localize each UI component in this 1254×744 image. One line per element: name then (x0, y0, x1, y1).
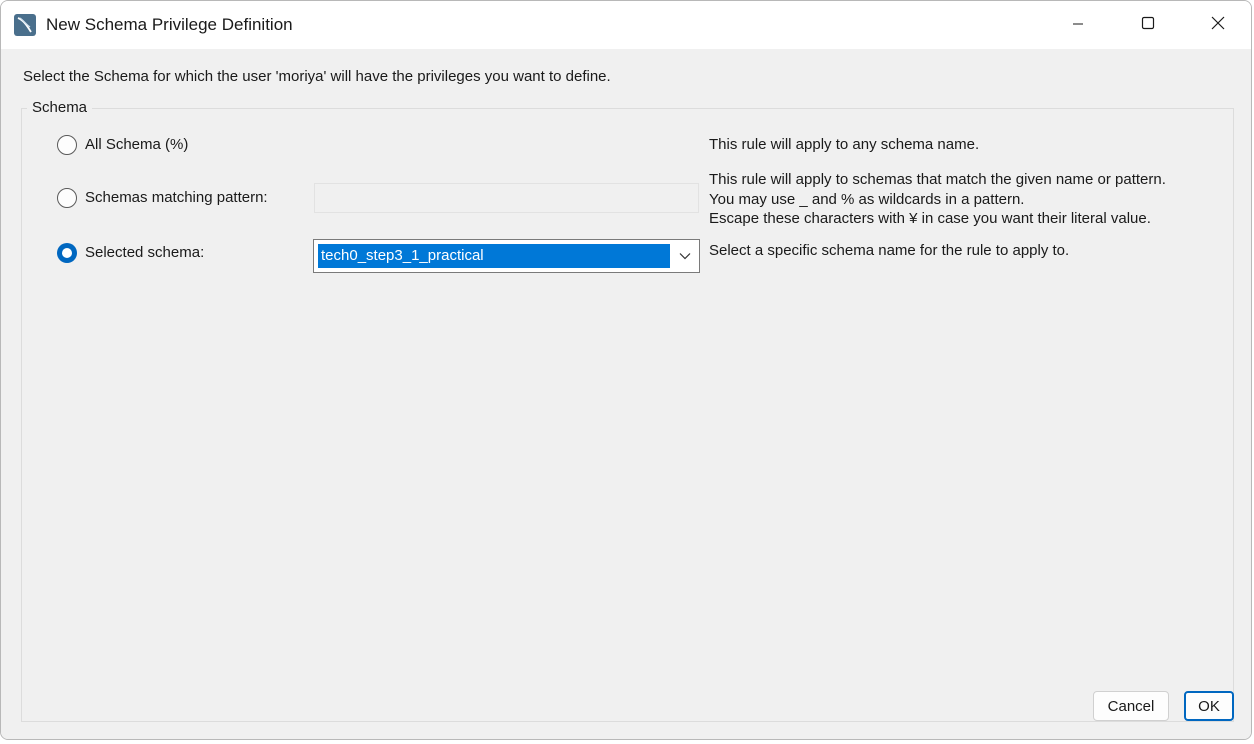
maximize-button[interactable] (1113, 1, 1183, 49)
title-bar[interactable]: New Schema Privilege Definition (1, 1, 1251, 49)
schema-dropdown[interactable]: tech0_step3_1_practical (313, 239, 700, 273)
pattern-label[interactable]: Schemas matching pattern: (85, 189, 268, 206)
pattern-radio[interactable] (57, 188, 77, 208)
all-schema-radio[interactable] (57, 135, 77, 155)
schema-group-label: Schema (27, 99, 93, 116)
schema-dropdown-value: tech0_step3_1_practical (318, 244, 670, 268)
window-title: New Schema Privilege Definition (46, 15, 293, 34)
chevron-down-icon[interactable] (675, 246, 695, 266)
pattern-description-line-2: You may use _ and % as wildcards in a pa… (709, 190, 1025, 208)
all-schema-label[interactable]: All Schema (%) (85, 136, 188, 153)
dialog-window: New Schema Privilege Definition Select t… (0, 0, 1252, 740)
pattern-input[interactable] (314, 183, 699, 213)
ok-button[interactable]: OK (1184, 691, 1234, 721)
close-icon (1211, 16, 1225, 34)
minimize-icon (1072, 17, 1084, 34)
selected-schema-radio[interactable] (57, 243, 77, 263)
selected-schema-description: Select a specific schema name for the ru… (709, 242, 1070, 259)
maximize-icon (1141, 16, 1155, 34)
selected-schema-label[interactable]: Selected schema: (85, 244, 204, 261)
all-schema-description: This rule will apply to any schema name. (709, 136, 980, 153)
close-button[interactable] (1183, 1, 1251, 49)
dialog-content: Select the Schema for which the user 'mo… (1, 49, 1251, 739)
minimize-button[interactable] (1043, 1, 1113, 49)
mysql-workbench-icon (13, 13, 37, 37)
cancel-button[interactable]: Cancel (1093, 691, 1169, 721)
pattern-description: This rule will apply to schemas that mat… (709, 170, 1166, 229)
pattern-description-line-1: This rule will apply to schemas that mat… (709, 171, 1166, 188)
pattern-description-line-3: Escape these characters with ¥ in case y… (709, 210, 1151, 227)
instruction-text: Select the Schema for which the user 'mo… (23, 68, 611, 85)
